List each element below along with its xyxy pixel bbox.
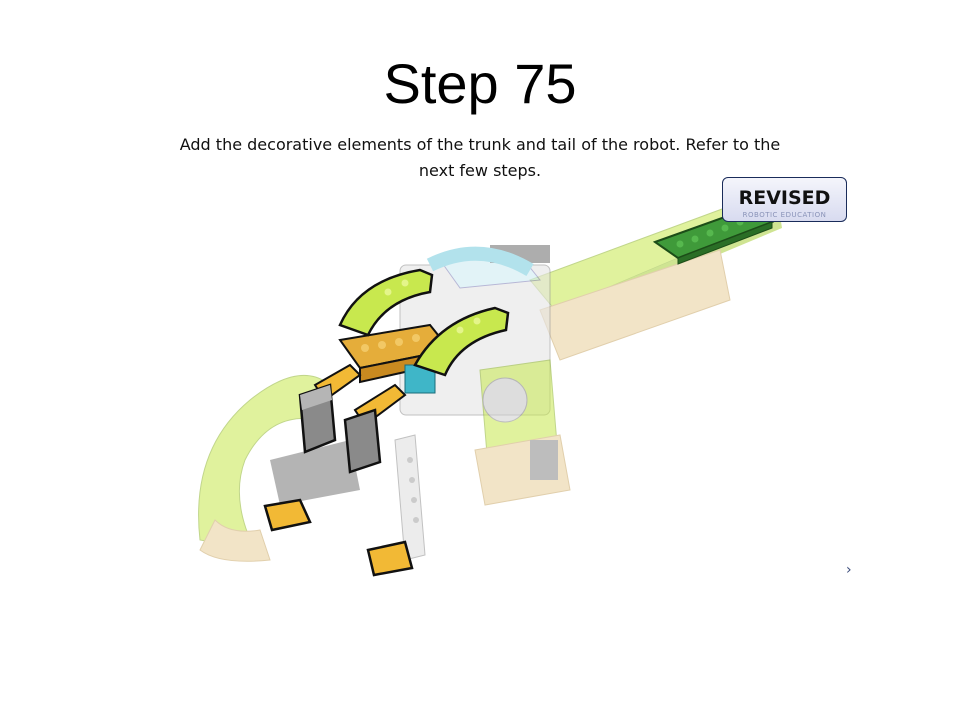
next-arrow-icon[interactable]: › bbox=[846, 562, 852, 578]
foot-wedge-left bbox=[263, 498, 312, 532]
tail-curl bbox=[198, 374, 360, 562]
revised-badge-label: REVISED bbox=[738, 187, 831, 209]
slide: Step 75 Add the decorative elements of t… bbox=[0, 0, 960, 720]
robot-model-illustration bbox=[198, 194, 782, 577]
revised-badge: REVISED ROBOTIC EDUCATION bbox=[722, 177, 847, 222]
rear-leg bbox=[474, 359, 571, 506]
slide-title: Step 75 bbox=[383, 52, 577, 115]
foot-wedge-right bbox=[366, 540, 414, 577]
revised-badge-subtext: ROBOTIC EDUCATION bbox=[742, 211, 827, 219]
front-leg bbox=[394, 434, 426, 561]
